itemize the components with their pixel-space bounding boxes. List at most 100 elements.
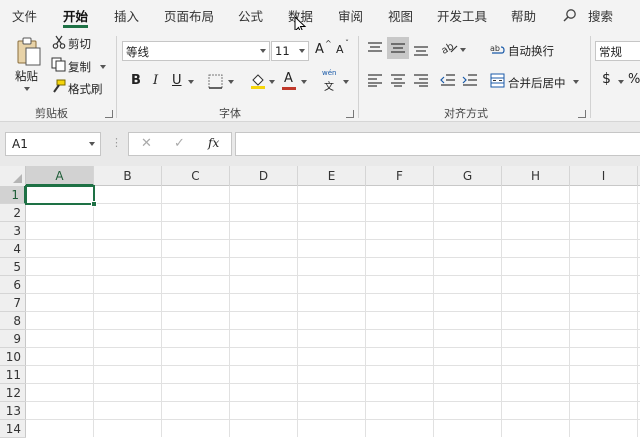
cancel-icon[interactable]: ✕ xyxy=(141,136,152,151)
row-header[interactable]: 12 xyxy=(0,384,26,402)
clipboard-group-label: 剪贴板 xyxy=(35,107,68,120)
paste-label[interactable]: 粘贴 xyxy=(15,68,38,84)
active-tab-indicator xyxy=(63,25,88,28)
column-header[interactable]: G xyxy=(434,166,502,186)
row-header[interactable]: 5 xyxy=(0,258,26,276)
row-header[interactable]: 1 xyxy=(0,186,26,204)
tab-file[interactable]: 文件 xyxy=(12,6,37,25)
cell-area[interactable] xyxy=(26,186,640,437)
insert-function-button[interactable]: fx xyxy=(208,136,219,150)
copy-dropdown-arrow[interactable] xyxy=(100,65,106,69)
tab-help[interactable]: 帮助 xyxy=(511,6,536,25)
paste-icon xyxy=(17,37,41,66)
align-middle-button[interactable] xyxy=(387,37,409,59)
search-icon[interactable] xyxy=(563,8,577,22)
font-name-combo[interactable]: 等线 xyxy=(122,41,270,61)
chevron-down-icon[interactable] xyxy=(299,49,305,53)
group-separator xyxy=(116,36,117,118)
font-dialog-launcher[interactable] xyxy=(346,110,354,118)
name-box[interactable]: A1 xyxy=(5,132,101,156)
tab-insert[interactable]: 插入 xyxy=(114,6,139,25)
number-format-combo[interactable]: 常规 xyxy=(595,41,640,61)
chevron-down-icon[interactable] xyxy=(89,142,95,146)
orientation-icon[interactable]: ab xyxy=(441,40,459,56)
column-header[interactable]: D xyxy=(230,166,298,186)
row-header[interactable]: 8 xyxy=(0,312,26,330)
row-header[interactable]: 11 xyxy=(0,366,26,384)
font-color-dropdown-arrow[interactable] xyxy=(301,80,307,84)
bold-button[interactable]: B xyxy=(131,73,141,88)
row-header[interactable]: 3 xyxy=(0,222,26,240)
row-header[interactable]: 7 xyxy=(0,294,26,312)
column-header[interactable]: B xyxy=(94,166,162,186)
merge-center-button[interactable]: 合并后居中 xyxy=(508,75,566,91)
select-all-icon xyxy=(13,174,22,183)
phonetic-guide-button[interactable]: 文 xyxy=(324,78,334,93)
column-header[interactable]: C xyxy=(162,166,230,186)
align-left-icon[interactable] xyxy=(367,73,383,87)
formula-buttons: ✕ ✓ fx xyxy=(128,132,232,156)
chevron-down-icon[interactable] xyxy=(260,49,266,53)
row-header[interactable]: 13 xyxy=(0,402,26,420)
formula-input[interactable] xyxy=(235,132,640,156)
select-all-button[interactable] xyxy=(0,166,26,186)
italic-button[interactable]: I xyxy=(153,73,158,88)
alignment-dialog-launcher[interactable] xyxy=(578,110,586,118)
paste-dropdown-arrow[interactable] xyxy=(24,87,30,91)
row-header[interactable]: 10 xyxy=(0,348,26,366)
tab-view[interactable]: 视图 xyxy=(388,6,413,25)
row-header[interactable]: 14 xyxy=(0,420,26,438)
currency-button[interactable]: $ xyxy=(602,71,611,87)
fill-handle[interactable] xyxy=(91,201,97,207)
format-painter-button[interactable]: 格式刷 xyxy=(68,81,103,97)
row-header[interactable]: 6 xyxy=(0,276,26,294)
tab-developer[interactable]: 开发工具 xyxy=(437,6,487,25)
tab-formulas[interactable]: 公式 xyxy=(238,6,263,25)
border-icon[interactable] xyxy=(208,74,223,89)
increase-font-button[interactable]: A xyxy=(315,42,324,57)
column-header[interactable]: E xyxy=(298,166,366,186)
column-header[interactable]: H xyxy=(502,166,570,186)
fill-color-dropdown-arrow[interactable] xyxy=(269,80,275,84)
font-group-label: 字体 xyxy=(219,107,241,120)
tab-review[interactable]: 审阅 xyxy=(338,6,363,25)
clipboard-dialog-launcher[interactable] xyxy=(105,110,113,118)
percent-icon[interactable]: % xyxy=(628,72,640,87)
align-top-icon[interactable] xyxy=(367,41,383,55)
enter-icon[interactable]: ✓ xyxy=(174,136,185,151)
tab-home[interactable]: 开始 xyxy=(63,6,88,25)
wrap-text-icon: ab xyxy=(490,44,505,54)
worksheet-grid: A B C D E F G H I 1 2 3 4 5 6 7 8 9 10 1… xyxy=(0,166,640,438)
row-header[interactable]: 9 xyxy=(0,330,26,348)
align-bottom-icon[interactable] xyxy=(413,43,429,57)
font-name-value: 等线 xyxy=(126,45,149,59)
orientation-dropdown-arrow[interactable] xyxy=(460,48,466,52)
row-header[interactable]: 2 xyxy=(0,204,26,222)
underline-button[interactable]: U xyxy=(172,73,182,88)
decrease-font-button[interactable]: A xyxy=(336,43,344,56)
increase-indent-icon[interactable] xyxy=(462,73,478,87)
wrap-text-button[interactable]: 自动换行 xyxy=(508,43,554,59)
tell-me-search[interactable]: 搜索 xyxy=(588,6,613,25)
active-cell-a1[interactable] xyxy=(25,185,95,205)
column-header[interactable]: I xyxy=(570,166,638,186)
font-size-value: 11 xyxy=(275,44,290,58)
align-right-icon[interactable] xyxy=(413,73,429,87)
copy-button[interactable]: 复制 xyxy=(68,59,91,75)
font-size-combo[interactable]: 11 xyxy=(271,41,309,61)
fill-color-icon[interactable] xyxy=(250,72,266,90)
column-header[interactable]: F xyxy=(366,166,434,186)
row-header[interactable]: 4 xyxy=(0,240,26,258)
decrease-indent-icon[interactable] xyxy=(440,73,456,87)
phonetic-dropdown-arrow[interactable] xyxy=(343,80,349,84)
paste-button[interactable] xyxy=(14,36,44,68)
cut-button[interactable]: 剪切 xyxy=(68,36,91,52)
column-header[interactable]: A xyxy=(26,166,94,186)
merge-center-dropdown-arrow[interactable] xyxy=(573,80,579,84)
border-dropdown-arrow[interactable] xyxy=(228,80,234,84)
align-center-icon[interactable] xyxy=(390,73,406,87)
underline-dropdown-arrow[interactable] xyxy=(188,80,194,84)
font-color-icon[interactable]: A xyxy=(284,71,293,86)
currency-dropdown-arrow[interactable] xyxy=(618,80,624,84)
tab-page-layout[interactable]: 页面布局 xyxy=(164,6,214,25)
